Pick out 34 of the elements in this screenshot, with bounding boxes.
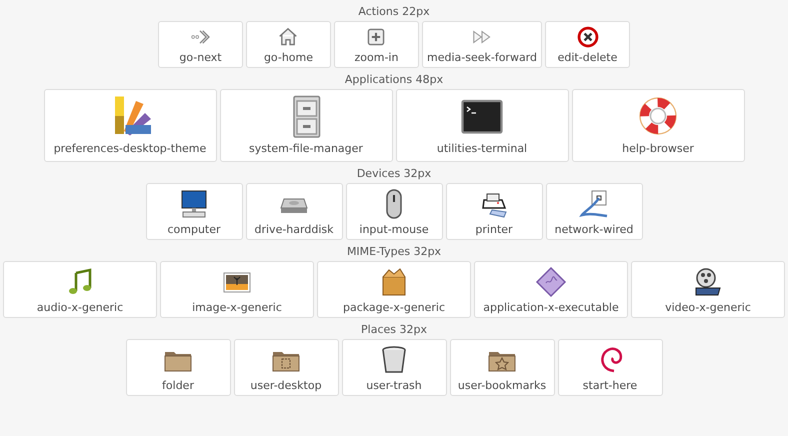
icon-label: user-desktop (250, 379, 322, 393)
icon-label: edit-delete (558, 51, 618, 65)
network-cable-icon (578, 188, 610, 220)
section-title: Places 32px (360, 323, 428, 337)
icon-label: start-here (582, 379, 638, 393)
delete-icon (576, 26, 598, 48)
diamond-icon (535, 266, 567, 298)
icon-label: user-bookmarks (458, 379, 546, 393)
icon-label: network-wired (554, 223, 634, 237)
icon-label: system-file-manager (249, 142, 363, 156)
section-title: Devices 32px (356, 167, 432, 181)
icon-label: preferences-desktop-theme (54, 142, 206, 156)
icon-label: go-next (179, 51, 222, 65)
icon-label: application-x-executable (483, 301, 619, 315)
icon-label: input-mouse (359, 223, 429, 237)
icon-label: video-x-generic (665, 301, 751, 315)
icon-label: utilities-terminal (436, 142, 528, 156)
icon-label: package-x-generic (342, 301, 445, 315)
zoom-in-icon (365, 26, 388, 48)
icon-label: go-home (264, 51, 314, 65)
icon-label: printer (475, 223, 513, 237)
section-title: MIME-Types 32px (346, 245, 442, 259)
icon-label: computer (167, 223, 221, 237)
icon-label: zoom-in (354, 51, 398, 65)
house-icon (277, 26, 300, 48)
icon-label: help-browser (622, 142, 694, 156)
icon-label: image-x-generic (192, 301, 282, 315)
icon-label: audio-x-generic (36, 301, 124, 315)
icon-label: media-seek-forward (426, 51, 537, 65)
icon-label: drive-harddisk (254, 223, 334, 237)
icon-label: user-trash (366, 379, 422, 393)
icon-label: folder (162, 379, 194, 393)
section-title: Applications 48px (344, 73, 444, 87)
section-title: Actions 22px (357, 5, 431, 19)
